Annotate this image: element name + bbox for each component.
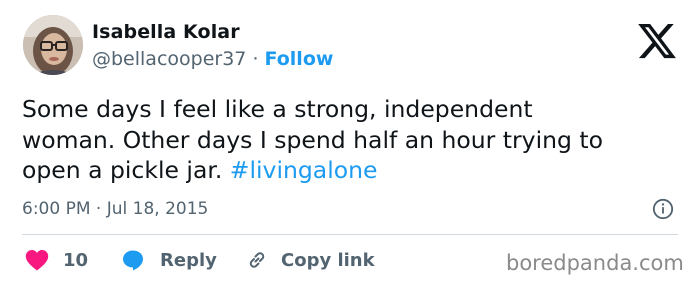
handle-separator: · <box>252 48 259 70</box>
copy-link-label: Copy link <box>281 249 375 271</box>
like-count: 10 <box>63 249 89 271</box>
follow-button[interactable]: Follow <box>265 48 334 70</box>
tweet-text: Some days I feel like a strong, independ… <box>22 94 682 186</box>
reply-label: Reply <box>160 249 217 271</box>
reply-button[interactable]: Reply <box>121 245 217 275</box>
x-logo-icon[interactable] <box>636 20 678 62</box>
hashtag-link[interactable]: #livingalone <box>230 156 378 184</box>
heart-icon <box>25 250 49 271</box>
avatar-photo <box>23 15 83 75</box>
like-button[interactable]: 10 <box>25 245 88 275</box>
author-handle[interactable]: @bellacooper37 <box>92 48 246 70</box>
divider <box>22 234 678 235</box>
avatar[interactable] <box>23 15 83 75</box>
reply-bubble-icon <box>123 250 143 271</box>
watermark: boredpanda.com <box>506 251 684 275</box>
info-icon[interactable] <box>652 198 674 220</box>
author-handle-row: @bellacooper37 · Follow <box>92 48 333 70</box>
author-name[interactable]: Isabella Kolar <box>92 21 240 43</box>
tweet-timestamp[interactable]: 6:00 PM · Jul 18, 2015 <box>22 199 208 219</box>
link-icon <box>249 252 265 268</box>
tweet-card: Isabella Kolar @bellacooper37 · Follow S… <box>0 0 700 287</box>
copy-link-button[interactable]: Copy link <box>245 245 375 275</box>
